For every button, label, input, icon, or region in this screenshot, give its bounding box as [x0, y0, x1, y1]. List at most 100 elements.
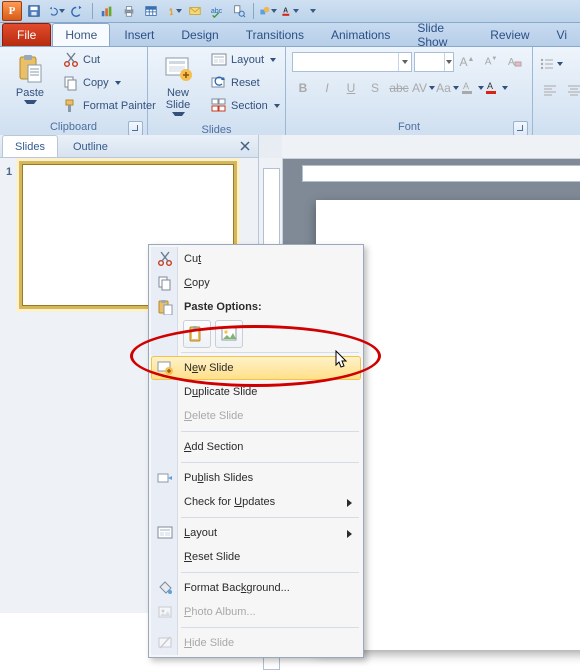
chevron-down-icon — [429, 86, 434, 91]
strike-button[interactable]: S — [364, 77, 386, 99]
menu-cut[interactable]: Cut — [151, 247, 361, 271]
new-slide-button[interactable]: New Slide — [154, 49, 202, 124]
tab-file-label: File — [17, 28, 36, 42]
research-icon[interactable] — [229, 1, 249, 21]
font-size-combo[interactable] — [414, 52, 454, 72]
paste-button[interactable]: Paste — [6, 49, 54, 112]
font-family-combo[interactable] — [292, 52, 412, 72]
menu-new-slide-label: New Slide — [184, 362, 234, 374]
section-label: Section — [231, 100, 268, 112]
qat-customize-icon[interactable] — [302, 1, 322, 21]
save-icon[interactable] — [24, 1, 44, 21]
dialog-launcher-icon[interactable] — [513, 121, 528, 136]
tab-review[interactable]: Review — [477, 23, 542, 46]
chevron-down-icon[interactable] — [444, 53, 453, 71]
tab-transitions[interactable]: Transitions — [233, 23, 317, 46]
tab-file[interactable]: File — [2, 23, 51, 46]
reset-icon — [211, 75, 227, 91]
shrink-font-button[interactable]: A▼ — [480, 51, 502, 73]
underline-button[interactable]: U — [340, 77, 362, 99]
layout-button[interactable]: Layout — [206, 49, 284, 71]
menu-layout[interactable]: Layout — [151, 521, 361, 545]
new-slide-icon — [157, 360, 173, 376]
redo-icon[interactable] — [68, 1, 88, 21]
paste-use-destination-theme[interactable] — [183, 320, 211, 348]
brush-icon — [63, 98, 79, 114]
tab-view-partial[interactable]: Vi — [544, 23, 580, 46]
align-left-button[interactable] — [539, 79, 561, 101]
menu-format-background[interactable]: Format Background... — [151, 576, 361, 600]
menu-check-updates[interactable]: Check for Updates — [151, 490, 361, 514]
bold-button[interactable]: B — [292, 77, 314, 99]
dialog-launcher-icon[interactable] — [128, 121, 143, 136]
reset-button[interactable]: Reset — [206, 72, 284, 94]
copy-button[interactable]: Copy — [58, 72, 161, 94]
chevron-down-icon — [274, 104, 279, 109]
grow-font-button[interactable]: A▲ — [456, 51, 478, 73]
spell-icon[interactable]: abc — [207, 1, 227, 21]
group-font: A▲ A▼ A B I U S abc AV Aa A A Font — [286, 47, 533, 136]
tab-design[interactable]: Design — [168, 23, 231, 46]
menu-reset-label: Reset Slide — [184, 551, 240, 563]
menu-reset-slide[interactable]: Reset Slide — [151, 545, 361, 569]
chart-icon[interactable] — [97, 1, 117, 21]
clear-formatting-button[interactable]: A — [504, 51, 526, 73]
svg-text:abc: abc — [211, 8, 223, 15]
bullets-button[interactable] — [539, 53, 561, 75]
print-quick-icon[interactable] — [119, 1, 139, 21]
touch-icon[interactable] — [163, 1, 183, 21]
close-panel-button[interactable] — [238, 139, 252, 153]
char-spacing-button[interactable]: AV — [412, 77, 434, 99]
reset-label: Reset — [231, 77, 260, 89]
menu-photo-album: Photo Album... — [151, 600, 361, 624]
cut-button[interactable]: Cut — [58, 49, 161, 71]
separator — [92, 3, 93, 19]
section-button[interactable]: Section — [206, 95, 284, 117]
paste-picture[interactable] — [215, 320, 243, 348]
paste-icon — [157, 299, 173, 315]
email-icon[interactable] — [185, 1, 205, 21]
shapes-icon[interactable] — [258, 1, 278, 21]
text-shadow-button[interactable]: abc — [388, 77, 410, 99]
font-color-button[interactable]: A — [484, 77, 506, 99]
chevron-down-icon[interactable] — [398, 53, 411, 71]
panel-tab-outline[interactable]: Outline — [60, 135, 121, 157]
align-center-button[interactable] — [563, 79, 580, 101]
copy-icon — [63, 75, 79, 91]
panel-tab-slides[interactable]: Slides — [2, 135, 58, 157]
tab-insert-label: Insert — [124, 28, 154, 42]
menu-publish-label: Publish Slides — [184, 472, 253, 484]
menu-hide-slide: Hide Slide — [151, 631, 361, 655]
group-font-title-label: Font — [398, 121, 420, 133]
menu-copy-label: Copy — [184, 277, 210, 289]
menu-new-slide[interactable]: New Slide — [151, 356, 361, 380]
tab-animations[interactable]: Animations — [318, 23, 403, 46]
menu-publish-slides[interactable]: Publish Slides — [151, 466, 361, 490]
change-case-button[interactable]: Aa — [436, 77, 458, 99]
font-color-icon[interactable]: A — [280, 1, 300, 21]
highlight-color-button[interactable]: A — [460, 77, 482, 99]
menu-duplicate-slide[interactable]: Duplicate Slide — [151, 380, 361, 404]
slide-number: 1 — [6, 164, 16, 306]
shadow-label: S — [371, 81, 379, 95]
font-family-input[interactable] — [293, 56, 398, 68]
menu-copy[interactable]: Copy — [151, 271, 361, 295]
group-paragraph — [533, 47, 580, 136]
table-icon[interactable] — [141, 1, 161, 21]
panel-tab-slides-label: Slides — [15, 141, 45, 153]
close-icon — [240, 141, 250, 151]
menu-separator — [181, 517, 359, 518]
menu-add-section[interactable]: Add Section — [151, 435, 361, 459]
tab-slideshow[interactable]: Slide Show — [404, 23, 476, 46]
menu-separator — [181, 462, 359, 463]
menu-delete-slide: Delete Slide — [151, 404, 361, 428]
menu-paste-options-header: Paste Options: — [151, 295, 361, 319]
group-slides: New Slide Layout Reset Section — [148, 47, 286, 136]
font-size-input[interactable] — [415, 56, 444, 68]
tab-insert[interactable]: Insert — [111, 23, 167, 46]
tab-home[interactable]: Home — [52, 23, 110, 46]
italic-button[interactable]: I — [316, 77, 338, 99]
undo-icon[interactable] — [46, 1, 66, 21]
format-painter-button[interactable]: Format Painter — [58, 95, 161, 117]
tab-review-label: Review — [490, 28, 529, 42]
